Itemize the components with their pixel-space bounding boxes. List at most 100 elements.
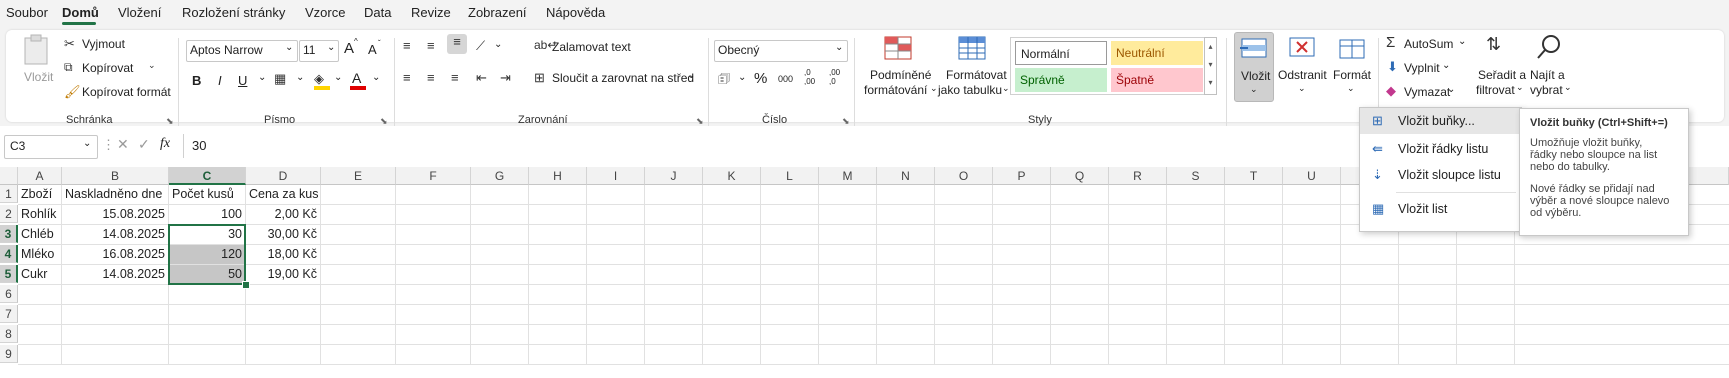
- row-header[interactable]: 9: [0, 345, 18, 363]
- italic-button[interactable]: I: [218, 73, 222, 88]
- insert-cells-button[interactable]: Vložit ⌄: [1234, 32, 1274, 102]
- fill-color-icon[interactable]: ◈: [314, 71, 324, 87]
- gallery-more-icon[interactable]: ▾: [1205, 74, 1216, 92]
- gallery-scroll[interactable]: ▴ ▾ ▾: [1204, 37, 1217, 95]
- cell-A4[interactable]: Mléko: [18, 245, 62, 265]
- column-header[interactable]: T: [1225, 167, 1283, 185]
- name-box[interactable]: C3 ⌄: [4, 135, 98, 159]
- cancel-icon[interactable]: ✕: [117, 136, 129, 153]
- increase-decimal-button[interactable]: ,0 ,00: [804, 68, 815, 86]
- formula-input[interactable]: 30: [192, 138, 206, 153]
- cell-A3[interactable]: Chléb: [18, 225, 62, 245]
- column-header[interactable]: P: [993, 167, 1051, 185]
- column-header[interactable]: L: [761, 167, 819, 185]
- row-header[interactable]: 4: [0, 245, 18, 263]
- chevron-down-icon[interactable]: ⌄: [494, 39, 502, 50]
- menu-item-insert-sheet[interactable]: ▦ Vložit list: [1360, 196, 1521, 222]
- menu-vzorce[interactable]: Vzorce: [305, 5, 345, 20]
- chevron-down-icon[interactable]: ⌄: [258, 72, 266, 83]
- chevron-down-icon[interactable]: ⌄: [372, 72, 380, 83]
- row-header[interactable]: 6: [0, 285, 18, 303]
- menu-rozlozeni[interactable]: Rozložení stránky: [182, 5, 285, 20]
- dialog-launcher-icon[interactable]: ⬊: [696, 116, 704, 127]
- align-left-icon[interactable]: ≡: [403, 70, 411, 85]
- cell-A2[interactable]: Rohlík: [18, 205, 62, 225]
- menu-item-insert-cells[interactable]: ⊞ Vložit buňky...: [1360, 108, 1521, 134]
- menu-soubor[interactable]: Soubor: [6, 5, 48, 20]
- cell-C1[interactable]: Počet kusů: [169, 185, 246, 205]
- scroll-up-icon[interactable]: ▴: [1205, 38, 1216, 56]
- decrease-indent-icon[interactable]: ⇤: [476, 70, 487, 86]
- column-header[interactable]: J: [645, 167, 703, 185]
- align-middle-icon[interactable]: ≡: [427, 38, 435, 53]
- borders-icon[interactable]: ▦: [274, 71, 286, 87]
- format-painter-button[interactable]: Kopírovat formát: [82, 85, 171, 99]
- more-options-icon[interactable]: ⋮: [102, 137, 115, 153]
- cell-D4[interactable]: 18,00 Kč: [246, 245, 321, 265]
- shrink-font-button[interactable]: A: [368, 42, 377, 57]
- cut-button[interactable]: Vyjmout: [82, 37, 125, 51]
- grow-font-button[interactable]: A: [344, 40, 354, 57]
- menu-item-insert-columns[interactable]: ⇣ Vložit sloupce listu: [1360, 162, 1521, 188]
- menu-vlozeni[interactable]: Vložení: [118, 5, 161, 20]
- dialog-launcher-icon[interactable]: ⬊: [166, 116, 174, 127]
- format-as-table-button[interactable]: Formátovat jako tabulku ⌄: [936, 34, 1010, 100]
- font-name-select[interactable]: Aptos Narrow ⌄: [186, 40, 298, 62]
- enter-icon[interactable]: ✓: [138, 136, 150, 153]
- select-all-corner[interactable]: [0, 167, 18, 185]
- row-header[interactable]: 7: [0, 305, 18, 323]
- font-color-button[interactable]: A: [352, 70, 361, 86]
- column-header[interactable]: N: [877, 167, 935, 185]
- column-header[interactable]: B: [62, 167, 169, 185]
- column-header[interactable]: O: [935, 167, 993, 185]
- chevron-down-icon[interactable]: ⌄: [334, 72, 342, 83]
- chevron-down-icon[interactable]: ⌄: [687, 70, 695, 81]
- row-header[interactable]: 3: [0, 225, 18, 243]
- align-center-icon[interactable]: ≡: [427, 70, 435, 85]
- orientation-icon[interactable]: ⟋: [476, 38, 485, 54]
- cell-B4[interactable]: 16.08.2025: [62, 245, 169, 265]
- cell-B5[interactable]: 14.08.2025: [62, 265, 169, 285]
- dialog-launcher-icon[interactable]: ⬊: [380, 116, 388, 127]
- column-header[interactable]: M: [819, 167, 877, 185]
- chevron-down-icon[interactable]: ⌄: [738, 72, 746, 83]
- dialog-launcher-icon[interactable]: ⬊: [842, 116, 850, 127]
- thousands-separator-button[interactable]: 000: [778, 74, 793, 84]
- column-header[interactable]: H: [529, 167, 587, 185]
- column-header[interactable]: R: [1109, 167, 1167, 185]
- menu-domu[interactable]: Domů: [62, 5, 99, 20]
- cell-D1[interactable]: Cena za kus: [246, 185, 321, 205]
- percent-button[interactable]: %: [754, 70, 767, 87]
- column-header[interactable]: I: [587, 167, 645, 185]
- row-header[interactable]: 1: [0, 185, 18, 203]
- sort-filter-button[interactable]: ⇅ Seřadit a filtrovat ⌄: [1472, 32, 1526, 102]
- align-right-icon[interactable]: ≡: [451, 70, 459, 85]
- row-header[interactable]: 5: [0, 265, 18, 283]
- format-cells-button[interactable]: Formát ⌄: [1330, 32, 1374, 102]
- menu-item-insert-rows[interactable]: ⇚ Vložit řádky listu: [1360, 136, 1521, 162]
- cell-D5[interactable]: 19,00 Kč: [246, 265, 321, 285]
- menu-revize[interactable]: Revize: [411, 5, 451, 20]
- style-normal[interactable]: Normální: [1015, 41, 1107, 65]
- cell-B1[interactable]: Naskladněno dne: [62, 185, 169, 205]
- column-header[interactable]: U: [1283, 167, 1341, 185]
- cell-D3[interactable]: 30,00 Kč: [246, 225, 321, 245]
- fill-handle[interactable]: [242, 281, 250, 289]
- chevron-down-icon[interactable]: ⌄: [148, 60, 156, 71]
- increase-indent-icon[interactable]: ⇥: [500, 70, 511, 86]
- cell-A5[interactable]: Cukr: [18, 265, 62, 285]
- font-size-select[interactable]: 11 ⌄: [299, 40, 339, 62]
- find-select-button[interactable]: Najít a vybrat ⌄: [1526, 32, 1572, 102]
- column-header[interactable]: Q: [1051, 167, 1109, 185]
- cell-A1[interactable]: Zboží: [18, 185, 62, 205]
- row-header[interactable]: 2: [0, 205, 18, 223]
- number-format-select[interactable]: Obecný ⌄: [714, 40, 848, 62]
- column-header[interactable]: E: [321, 167, 396, 185]
- underline-button[interactable]: U: [238, 73, 247, 88]
- style-neutral[interactable]: Neutrální: [1111, 41, 1203, 65]
- menu-napoveda[interactable]: Nápověda: [546, 5, 605, 20]
- column-header[interactable]: G: [471, 167, 529, 185]
- row-header[interactable]: 8: [0, 325, 18, 343]
- column-header[interactable]: S: [1167, 167, 1225, 185]
- insert-function-button[interactable]: fx: [160, 136, 170, 152]
